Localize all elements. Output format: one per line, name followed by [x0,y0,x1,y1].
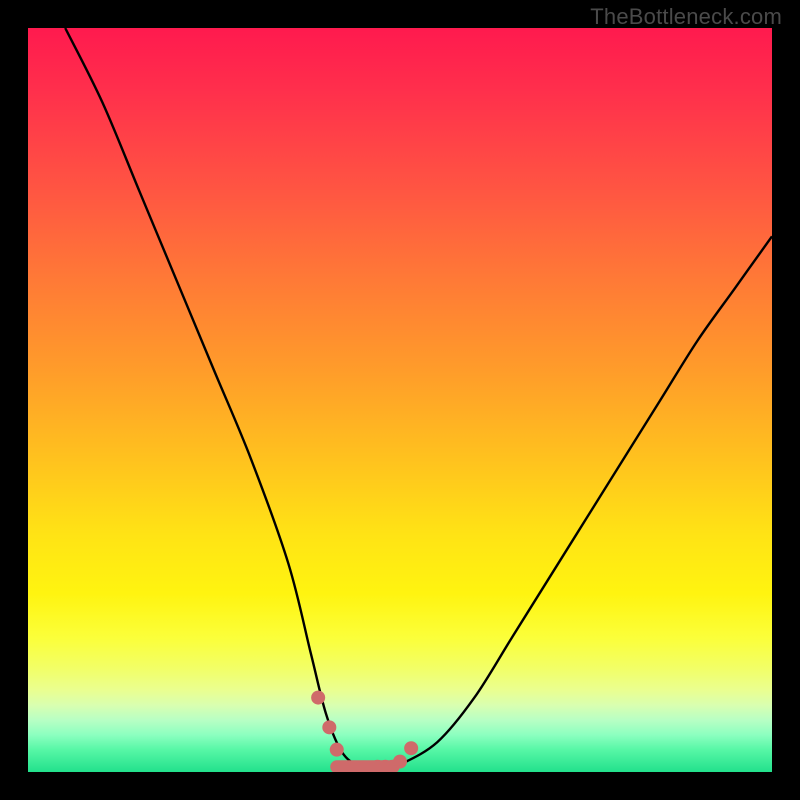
plot-area [28,28,772,772]
watermark-text: TheBottleneck.com [590,4,782,30]
curve-layer [28,28,772,772]
trough-marker [311,691,325,705]
trough-marker [322,720,336,734]
trough-marker [330,743,344,757]
trough-marker [393,755,407,769]
chart-frame: TheBottleneck.com [0,0,800,800]
trough-marker [404,741,418,755]
bottleneck-curve [65,28,772,769]
